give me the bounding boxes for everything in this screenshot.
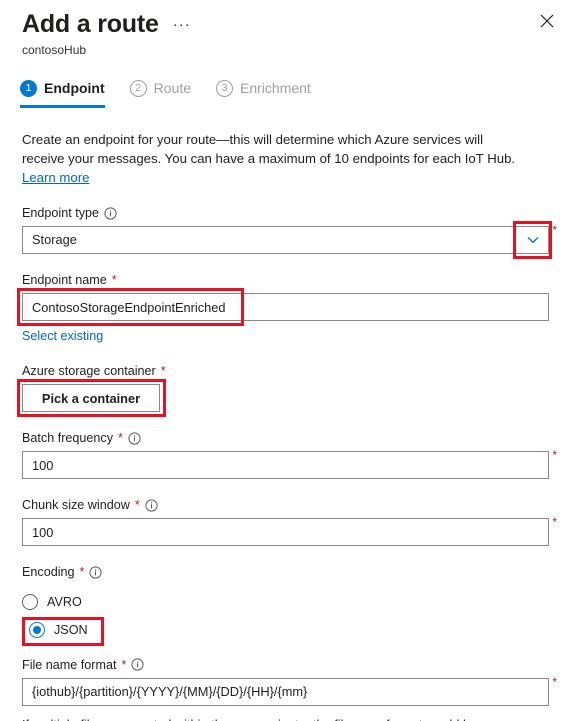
file-name-format-required: *: [121, 657, 127, 672]
blade-subtitle: contosoHub: [22, 43, 87, 57]
blade-body: Create an endpoint for your route—this w…: [0, 130, 571, 721]
endpoint-name-label-row: Endpoint name *: [22, 272, 549, 288]
batch-frequency-control: *: [22, 449, 557, 479]
radio-unselected-icon[interactable]: [22, 593, 38, 610]
description-text: Create an endpoint for your route—this w…: [22, 130, 527, 187]
file-name-format-input[interactable]: [22, 677, 549, 706]
tab-endpoint-number: 1: [20, 79, 37, 97]
chunk-size-window-input[interactable]: [22, 518, 549, 546]
storage-container-label-row: Azure storage container *: [22, 363, 549, 379]
batch-frequency-required: *: [118, 431, 123, 445]
endpoint-name-input[interactable]: [22, 293, 549, 321]
chunk-size-window-required: *: [134, 498, 140, 512]
info-icon[interactable]: [128, 431, 141, 445]
encoding-option-avro-label: AVRO: [47, 594, 82, 609]
chunk-size-window-label-row: Chunk size window *: [22, 497, 549, 513]
endpoint-type-field: Endpoint type Storage *: [22, 205, 557, 259]
chunk-size-window-asterisk: *: [552, 515, 557, 529]
tab-endpoint[interactable]: 1 Endpoint: [20, 71, 116, 108]
pick-container-control: Pick a container: [17, 379, 166, 417]
chevron-down-icon[interactable]: [518, 227, 548, 253]
encoding-required: *: [79, 565, 85, 579]
encoding-field: Encoding * AVRO JSON: [22, 564, 549, 646]
chunk-size-window-field: Chunk size window * *: [22, 497, 557, 546]
info-icon[interactable]: [145, 498, 158, 512]
tab-endpoint-label: Endpoint: [44, 80, 105, 96]
ellipsis-icon[interactable]: ···: [173, 17, 191, 32]
tab-route[interactable]: 2 Route: [129, 71, 202, 105]
batch-frequency-input[interactable]: [22, 451, 549, 479]
radio-selected-icon[interactable]: [29, 621, 45, 638]
info-icon[interactable]: [104, 206, 117, 220]
info-icon[interactable]: [131, 658, 144, 671]
title-row: Add a route ···: [22, 8, 571, 40]
endpoint-name-label: Endpoint name: [22, 273, 107, 287]
tab-enrichment-number: 3: [216, 79, 234, 97]
encoding-option-json-label: JSON: [54, 622, 88, 637]
description-sentence: Create an endpoint for your route—this w…: [22, 132, 516, 166]
blade-header: Add a route ··· contosoHub: [0, 0, 571, 58]
encoding-radio-group: AVRO JSON: [22, 589, 549, 646]
endpoint-name-required: *: [111, 273, 117, 287]
storage-container-label: Azure storage container: [22, 364, 156, 378]
file-name-format-label-row: File name format *: [22, 657, 549, 673]
encoding-option-json-wrap: JSON: [22, 617, 104, 646]
endpoint-name-field: Endpoint name * Select existing: [17, 272, 549, 345]
storage-container-required: *: [160, 364, 166, 378]
batch-frequency-field: Batch frequency * *: [22, 430, 557, 479]
tab-route-number: 2: [129, 79, 147, 97]
storage-container-field: Azure storage container * Pick a contain…: [17, 363, 549, 417]
chunk-size-window-control: *: [22, 516, 557, 546]
endpoint-type-required: *: [552, 223, 557, 237]
encoding-option-json[interactable]: JSON: [22, 617, 102, 642]
batch-frequency-asterisk: *: [552, 448, 557, 462]
close-icon[interactable]: [537, 11, 557, 31]
endpoint-type-dropdown[interactable]: Storage: [22, 226, 549, 254]
add-route-blade: Add a route ··· contosoHub 1 Endpoint 2 …: [0, 0, 571, 721]
endpoint-type-control: Storage *: [22, 221, 557, 259]
encoding-label: Encoding: [22, 565, 75, 579]
info-icon[interactable]: [89, 565, 103, 579]
file-name-format-helper: If multiple files are created within the…: [22, 715, 549, 721]
tab-enrichment-label: Enrichment: [240, 80, 311, 96]
batch-frequency-label: Batch frequency: [22, 431, 114, 445]
file-name-format-helper-line1: If multiple files are created within the…: [22, 715, 549, 721]
wizard-tabs: 1 Endpoint 2 Route 3 Enrichment: [20, 71, 571, 108]
learn-more-link[interactable]: Learn more: [22, 170, 89, 185]
pick-a-container-button[interactable]: Pick a container: [22, 384, 160, 412]
file-name-format-field: File name format * * If multiple files a…: [22, 657, 557, 721]
encoding-label-row: Encoding *: [22, 564, 549, 580]
select-existing-link[interactable]: Select existing: [22, 329, 103, 343]
file-name-format-label: File name format: [22, 657, 117, 672]
encoding-option-avro[interactable]: AVRO: [22, 589, 549, 614]
file-name-format-asterisk: *: [552, 674, 557, 689]
batch-frequency-label-row: Batch frequency *: [22, 430, 549, 446]
tab-enrichment[interactable]: 3 Enrichment: [216, 71, 322, 105]
tab-route-label: Route: [153, 80, 192, 96]
endpoint-type-label-row: Endpoint type: [22, 205, 549, 221]
page-title: Add a route: [22, 10, 159, 38]
chunk-size-window-label: Chunk size window: [22, 498, 130, 512]
endpoint-name-control: [17, 288, 549, 326]
endpoint-type-label: Endpoint type: [22, 206, 100, 220]
file-name-format-control: *: [22, 676, 557, 706]
endpoint-type-value: Storage: [32, 232, 77, 247]
